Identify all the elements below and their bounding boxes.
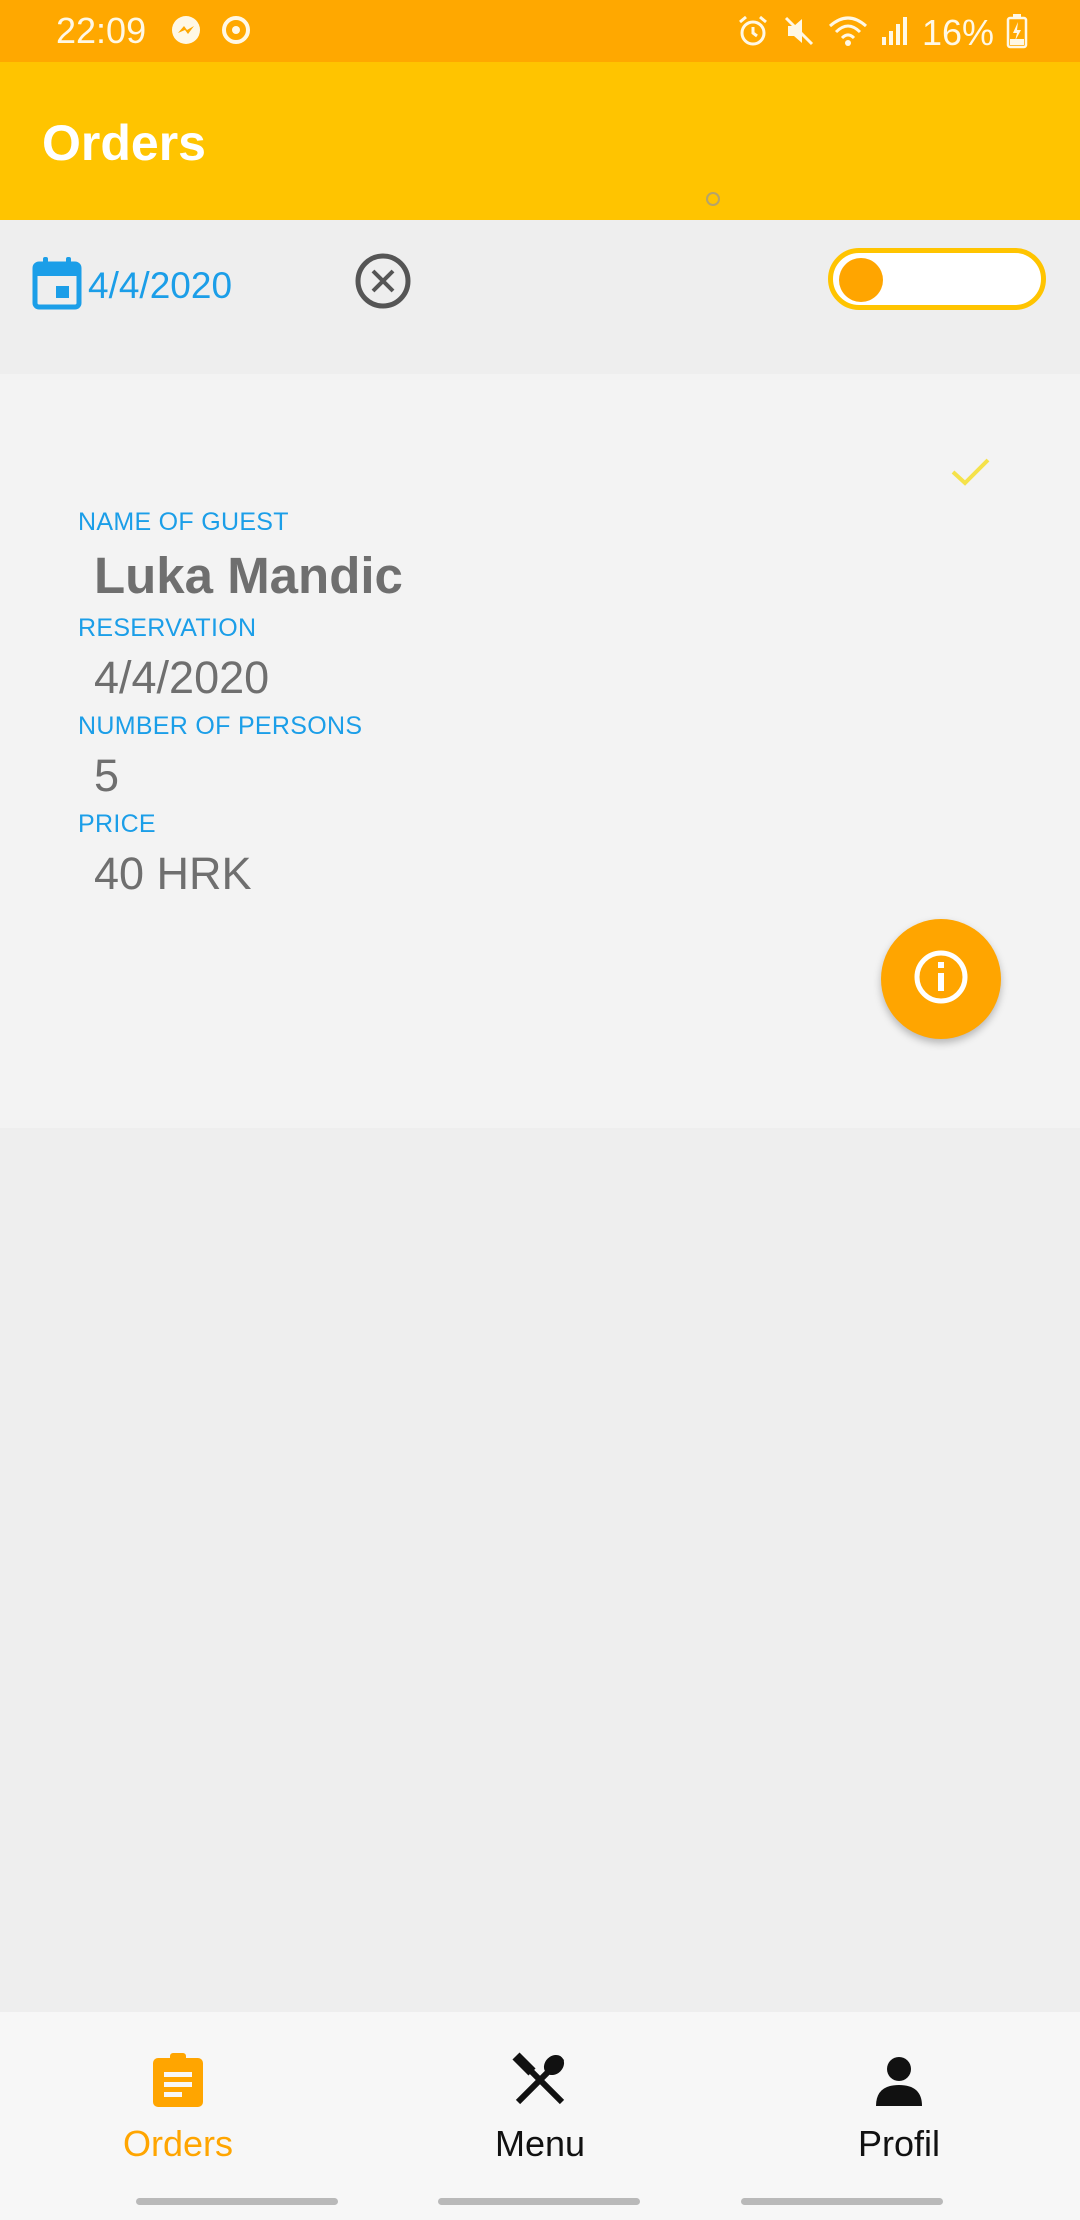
nav-profil[interactable]: Profil (779, 2052, 1019, 2165)
status-icons-left (170, 14, 252, 51)
guest-name-label: NAME OF GUEST (78, 508, 289, 536)
person-icon (874, 2052, 924, 2113)
price-label: PRICE (78, 810, 156, 838)
clear-date-button[interactable] (354, 252, 412, 315)
alarm-icon (736, 14, 770, 53)
signal-icon (880, 15, 910, 52)
messenger-icon (170, 14, 202, 51)
mute-icon (782, 14, 816, 53)
page-title: Orders (42, 115, 206, 171)
nav-orders-label: Orders (122, 2123, 234, 2164)
selected-date: 4/4/2020 (88, 264, 233, 306)
bottom-navigation: Orders Menu Profil (0, 2012, 1080, 2182)
decorative-dot (706, 192, 720, 206)
app-bar: Orders (0, 62, 1080, 220)
persons-label: NUMBER OF PERSONS (78, 712, 363, 740)
date-picker-button[interactable]: 4/4/2020 (32, 256, 232, 315)
status-time: 22:09 (56, 10, 147, 51)
close-circle-icon (354, 253, 412, 314)
persons-value: 5 (94, 750, 120, 801)
check-icon (950, 456, 992, 493)
toggle-knob (839, 258, 883, 302)
guest-name-value: Luka Mandic (94, 547, 403, 604)
info-icon (913, 949, 969, 1010)
battery-percent: 16% (921, 12, 994, 53)
nav-profil-label: Profil (857, 2123, 941, 2164)
reservation-date-value: 4/4/2020 (94, 652, 270, 703)
wifi-icon (828, 14, 868, 53)
orders-screen: 22:09 16% Orders 4/4/2020 NAME OF GUEST … (0, 0, 1080, 2220)
gesture-pill-right[interactable] (741, 2198, 943, 2205)
gesture-pill-left[interactable] (136, 2198, 338, 2205)
sync-icon (220, 14, 252, 51)
utensils-icon (512, 2052, 568, 2113)
filter-toggle-switch[interactable] (828, 248, 1046, 310)
status-icons-right: 16% (736, 12, 1028, 54)
price-value: 40 HRK (94, 848, 252, 899)
filter-row: 4/4/2020 (0, 220, 1080, 374)
nav-orders[interactable]: Orders (58, 2052, 298, 2165)
calendar-icon (32, 256, 82, 315)
reservation-label: RESERVATION (78, 614, 257, 642)
status-bar: 22:09 16% (0, 0, 1080, 62)
battery-icon (1006, 13, 1028, 54)
nav-menu-label: Menu (494, 2123, 586, 2164)
nav-menu[interactable]: Menu (420, 2052, 660, 2165)
gesture-bar (0, 2182, 1080, 2220)
order-info-button[interactable] (881, 919, 1001, 1039)
clipboard-icon (152, 2052, 204, 2113)
gesture-pill-center[interactable] (438, 2198, 640, 2205)
order-card[interactable]: NAME OF GUEST Luka Mandic RESERVATION 4/… (0, 374, 1080, 1128)
